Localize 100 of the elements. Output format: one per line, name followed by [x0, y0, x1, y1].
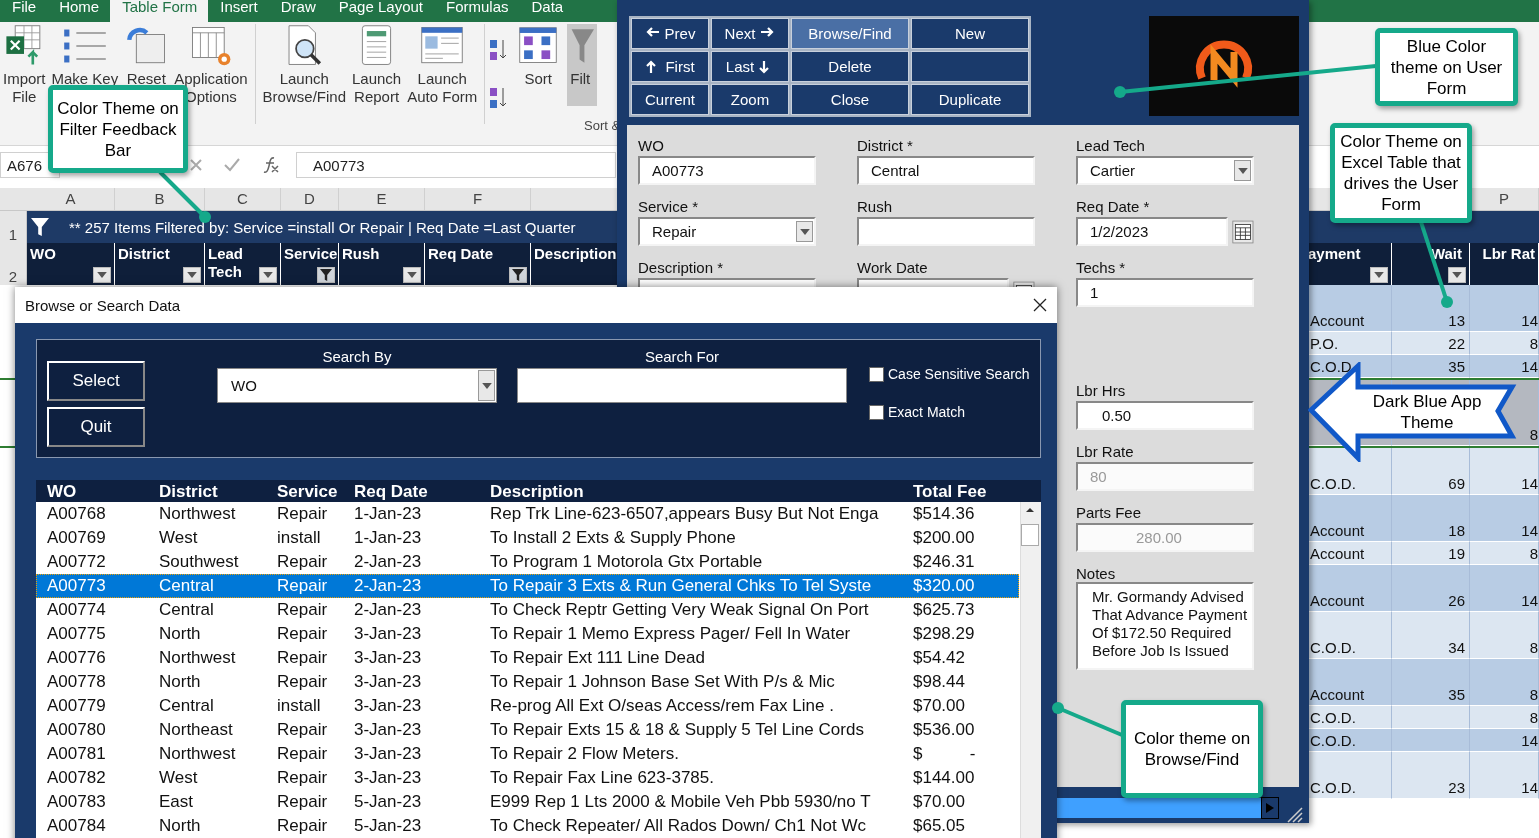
list-cell-text: Re-prog All Ext O/seas Access/rem Fax Line .	[489, 696, 835, 716]
list-cell-text: 3-Jan-23	[353, 768, 423, 788]
formula-field[interactable]: A00773	[296, 152, 616, 178]
form-button[interactable]: Duplicate	[911, 84, 1029, 115]
filter-dropdown-button[interactable]	[317, 267, 335, 283]
column-header: WO	[46, 482, 78, 502]
dialog-button[interactable]: Quit	[47, 407, 145, 447]
checkbox[interactable]	[869, 366, 884, 382]
ribbon-button[interactable]: Launch Auto Form	[404, 24, 481, 106]
checkbox-option[interactable]: Case Sensitive Search	[869, 366, 1030, 382]
cancel-icon[interactable]	[190, 159, 202, 171]
ribbon-button[interactable]: Make Key	[48, 24, 122, 88]
input-field[interactable]: Central	[857, 156, 1035, 185]
list-cell-text: Central	[158, 696, 215, 716]
input-field[interactable]: 0.50	[1076, 401, 1254, 430]
list-row[interactable]: A00779 Central install 3-Jan-23 Re-prog All Ext O/seas Access/rem Fax Line . $70.00	[36, 694, 1019, 718]
list-row[interactable]: A00784 North Repair 5-Jan-23 To Check Repeater/ All Rados Down/ Ch1 Not Wc $65.05	[36, 814, 1019, 838]
ribbon-tab[interactable]: Insert	[208, 0, 269, 22]
input-field[interactable]: A00773	[638, 156, 816, 185]
dropdown-field[interactable]: Repair	[638, 217, 816, 246]
list-row[interactable]: A00775 North Repair 3-Jan-23 To Repair 1 Memo Express Pager/ Fell In Water $298.29	[36, 622, 1019, 646]
resize-grip-icon[interactable]	[1285, 805, 1303, 823]
list-row[interactable]: A00783 East Repair 5-Jan-23 E999 Rep 1 Lts 2000 & Mobile Veh Pbb 5930/no T $70.00	[36, 790, 1019, 814]
ribbon-tab[interactable]: Draw	[268, 0, 327, 22]
ribbon-tab[interactable]: Page Layout	[326, 0, 434, 22]
list-row[interactable]: A00772 Southwest Repair 2-Jan-23 To Program 1 Motorola Gtx Portable $246.31	[36, 550, 1019, 574]
form-button[interactable]: Delete	[791, 51, 909, 82]
ribbon-button[interactable]: Sort	[515, 24, 562, 88]
input-field[interactable]	[857, 217, 1035, 246]
list-row[interactable]: A00776 Northwest Repair 3-Jan-23 To Repair Ext 111 Line Dead $54.42	[36, 646, 1019, 670]
filter-dropdown-button[interactable]	[259, 267, 277, 283]
list-cell-text: E999 Rep 1 Lts 2000 & Mobile Veh Pbb 5930/no T	[489, 792, 872, 812]
filter-dropdown-button[interactable]	[403, 267, 421, 283]
filter-dropdown-button[interactable]	[1370, 267, 1388, 283]
row-number: 2	[0, 243, 27, 285]
close-icon[interactable]	[1033, 298, 1047, 312]
ribbon-tab[interactable]: Table Form	[110, 0, 209, 22]
input-field[interactable]: 1	[1076, 278, 1254, 307]
ribbon-tab[interactable]: Home	[47, 0, 111, 22]
list-row[interactable]: A00778 North Repair 3-Jan-23 To Repair 1 Johnson Base Set With P/s & Mic $98.44	[36, 670, 1019, 694]
ribbon-button[interactable]: Reset	[121, 24, 172, 88]
list-cell-text: A00784	[46, 816, 107, 836]
list-row[interactable]: A00773 Central Repair 2-Jan-23 To Repair 3 Exts & Run General Chks To Tel Syste $320.00	[36, 574, 1019, 598]
dialog-button[interactable]: Select	[47, 361, 145, 401]
dropdown-field[interactable]: Cartier	[1076, 156, 1254, 185]
ribbon-tab[interactable]: File	[0, 0, 48, 22]
form-button[interactable]: First	[631, 51, 709, 82]
list-cell-text: 2-Jan-23	[353, 600, 423, 620]
checkbox-option[interactable]: Exact Match	[869, 404, 1030, 420]
form-button[interactable]: Zoom	[711, 84, 789, 115]
list-row[interactable]: A00781 Northwest Repair 3-Jan-23 To Repair 2 Flow Meters. $ -	[36, 742, 1019, 766]
search-by-dropdown[interactable]: WO	[217, 368, 497, 403]
notes-field[interactable]: Mr. Gormandy Advised That Advance Payment Of $172.50 Required Before Job Is Issued	[1076, 582, 1254, 670]
form-button[interactable]: Last	[711, 51, 789, 82]
field-label: Lbr Hrs	[1076, 382, 1127, 401]
ribbon-button[interactable]: Import File	[0, 24, 49, 106]
list-cell-text: 3-Jan-23	[353, 744, 423, 764]
form-button[interactable]: Close	[791, 84, 909, 115]
vertical-scrollbar[interactable]	[1020, 502, 1041, 838]
check-icon[interactable]	[224, 158, 240, 172]
list-row[interactable]: A00780 Northeast Repair 3-Jan-23 To Repair Exts 15 & 18 & Supply 5 Tel Line Cords $536.00	[36, 718, 1019, 742]
form-button[interactable]: Current	[631, 84, 709, 115]
blank-button[interactable]	[911, 51, 1029, 82]
list-cell-text: North	[158, 672, 202, 692]
filter-dropdown-button[interactable]	[93, 267, 111, 283]
list-row[interactable]: A00769 West install 1-Jan-23 To Install 2 Exts & Supply Phone $200.00	[36, 526, 1019, 550]
table-cell: 19	[1392, 542, 1470, 565]
calendar-icon[interactable]	[1232, 217, 1254, 246]
list-row[interactable]: A00768 Northwest Repair 1-Jan-23 Rep Trk Line-623-6507,appears Busy But Not Enga $514.36	[36, 502, 1019, 526]
list-row[interactable]: A00774 Central Repair 2-Jan-23 To Check Reptr Getting Very Weak Signal On Port $625.73	[36, 598, 1019, 622]
search-field[interactable]	[517, 368, 847, 403]
ribbon-button[interactable]: Launch Report	[349, 24, 405, 106]
list-cell-text: A00776	[46, 648, 107, 668]
field-label: Work Date	[857, 259, 929, 278]
list-cell-text: 1-Jan-23	[353, 504, 423, 524]
ribbon-button[interactable]: Launch Browse/Find	[259, 24, 349, 106]
list-cell-text: $298.29	[912, 624, 976, 644]
function-icon[interactable]	[262, 156, 280, 174]
checkbox[interactable]	[869, 404, 884, 420]
form-button[interactable]: Prev	[631, 18, 709, 49]
list-cell-text: To Repair 1 Johnson Base Set With P/s & Mic	[489, 672, 836, 692]
ribbon-tab[interactable]: Data	[519, 0, 575, 22]
filter-dropdown-button[interactable]	[183, 267, 201, 283]
filter-dropdown-button[interactable]	[509, 267, 527, 283]
list-cell-text: A00775	[46, 624, 107, 644]
funnel-icon	[512, 269, 524, 281]
list-cell-text: $98.44	[912, 672, 966, 692]
input-field[interactable]: 1/2/2023	[1076, 217, 1229, 246]
list-row[interactable]: A00782 West Repair 3-Jan-23 To Repair Fax Line 623-3785. $144.00	[36, 766, 1019, 790]
list-cell-text: North	[158, 624, 202, 644]
filter-dropdown-button[interactable]	[1448, 267, 1466, 283]
list-cell-text: $200.00	[912, 528, 976, 548]
scroll-thumb[interactable]	[1021, 524, 1039, 546]
form-button[interactable]: New	[911, 18, 1029, 49]
table-cell: 14	[1470, 355, 1539, 378]
list-cell-text: To Repair Fax Line 623-3785.	[489, 768, 715, 788]
filter-button[interactable]: Filt	[567, 24, 598, 106]
form-button[interactable]: Browse/Find	[791, 18, 909, 49]
ribbon-tab[interactable]: Formulas	[434, 0, 520, 22]
form-button[interactable]: Next	[711, 18, 789, 49]
